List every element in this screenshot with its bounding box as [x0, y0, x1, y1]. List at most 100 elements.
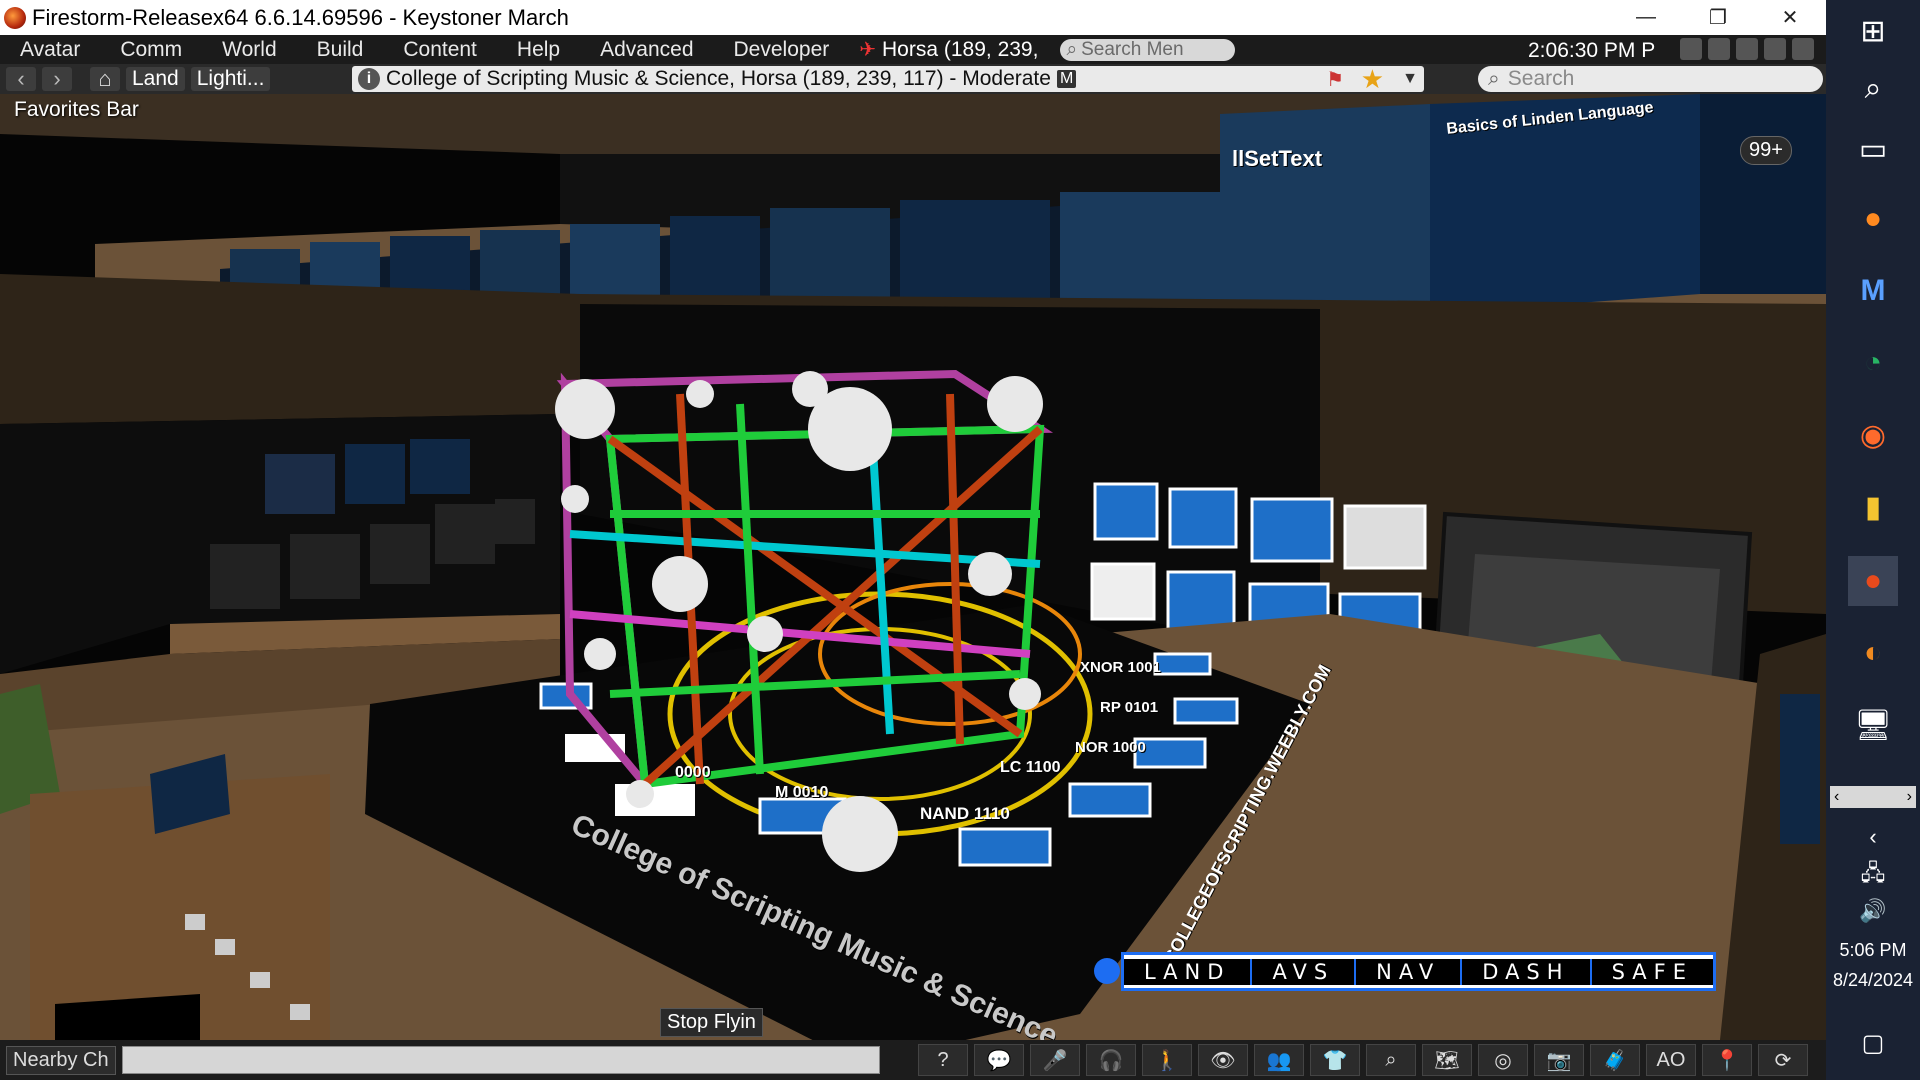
app-icon: ◐ [1863, 636, 1883, 669]
minimap-button[interactable]: ◎ [1478, 1044, 1528, 1076]
avast-button[interactable]: ◉ [1848, 410, 1898, 460]
back-button[interactable]: ‹ [6, 66, 36, 91]
floor-label-xnor: XNOR 1001 [1080, 659, 1161, 676]
hud-toggle-icon[interactable] [1094, 958, 1120, 984]
forward-button[interactable]: › [42, 66, 72, 91]
places-button[interactable]: 📍 [1702, 1044, 1752, 1076]
voice-icon: 🎧 [1098, 1049, 1124, 1072]
search-icon: ⌕ [1864, 72, 1882, 105]
mic-button[interactable]: 🎤 [1030, 1044, 1080, 1076]
scroll-right-icon[interactable]: › [1907, 788, 1912, 806]
search-input[interactable]: ⌕ Search [1478, 66, 1823, 92]
search-button[interactable]: ⌕ [1366, 1044, 1416, 1076]
info-icon[interactable]: i [358, 68, 380, 90]
appearance-button[interactable]: 👕 [1310, 1044, 1360, 1076]
taskbar-scroller[interactable]: ‹ › [1830, 786, 1916, 808]
taskview-icon: ▭ [1858, 132, 1888, 166]
windows-icon: ⊞ [1860, 14, 1886, 48]
voice-status-icon[interactable] [1764, 38, 1786, 60]
clock: 2:06:30 PM P [1528, 39, 1656, 62]
chat-input[interactable] [121, 1046, 880, 1074]
hud-bar: LAND AVS NAV DASH SAFE [1094, 951, 1716, 991]
bottom-toolbar: Nearby Ch ? 💬 🎤 🎧 🚶 👁 👥 👕 ⌕ 🗺 ◎ 📷 🧳 AO 📍… [0, 1040, 1826, 1080]
music-icon[interactable] [1736, 38, 1758, 60]
taskbar-time[interactable]: 5:06 PM [1826, 940, 1920, 961]
hud-avs-button[interactable]: AVS [1250, 958, 1354, 985]
menu-avatar[interactable]: Avatar [0, 38, 100, 62]
floor-label-nor: NOR 1000 [1075, 739, 1146, 756]
lighting-button[interactable]: Lighti... [190, 67, 271, 91]
windows-start-button[interactable]: ⊞ [1848, 6, 1898, 56]
hud-dash-button[interactable]: DASH [1460, 958, 1589, 985]
monitor-icon: 🖥 [1853, 708, 1893, 742]
menu-advanced[interactable]: Advanced [580, 38, 713, 62]
inventory-button[interactable]: 🧳 [1590, 1044, 1640, 1076]
favorite-star-icon[interactable]: ★ [1361, 64, 1384, 95]
location-indicator[interactable]: ✈ Horsa (189, 239, [859, 37, 1038, 62]
move-icon: 🚶 [1154, 1049, 1180, 1072]
llsettext-board [1220, 104, 1430, 314]
address-bar[interactable]: i College of Scripting Music & Science, … [352, 64, 1424, 95]
view-icon: 👁 [1210, 1049, 1236, 1072]
scroll-left-icon[interactable]: ‹ [1834, 788, 1839, 806]
menu-build[interactable]: Build [297, 38, 384, 62]
speak-button[interactable]: 💬 [974, 1044, 1024, 1076]
refresh-icon: ⟳ [1774, 1049, 1792, 1072]
notification-badge[interactable]: 99+ [1740, 136, 1792, 165]
people-button[interactable]: 👥 [1254, 1044, 1304, 1076]
stop-flying-button[interactable]: Stop Flyin [660, 1008, 763, 1037]
hud-safe-button[interactable]: SAFE [1589, 958, 1713, 985]
menu-help[interactable]: Help [497, 38, 580, 62]
task-view-button[interactable]: ▭ [1848, 124, 1898, 174]
parcel-flags-icon[interactable]: ⚑ [1326, 67, 1344, 92]
favorites-bar[interactable]: Favorites Bar [14, 98, 139, 122]
minimize-button[interactable]: — [1610, 0, 1682, 35]
edge-button[interactable]: ◔ [1848, 338, 1898, 388]
hud-land-button[interactable]: LAND [1124, 959, 1250, 985]
search-icon: ⌕ [1488, 67, 1500, 90]
menu-world[interactable]: World [202, 38, 296, 62]
mathcad-button[interactable]: M [1848, 266, 1898, 316]
monitor-button[interactable]: 🖥 [1848, 700, 1898, 750]
view-button[interactable]: 👁 [1198, 1044, 1248, 1076]
move-button[interactable]: 🚶 [1142, 1044, 1192, 1076]
volume-icon[interactable]: 🔊 [1848, 886, 1898, 936]
snapshot-button[interactable]: 📷 [1534, 1044, 1584, 1076]
search-placeholder: Search [1507, 67, 1575, 90]
floor-label-nand: NAND 1110 [920, 804, 1010, 823]
files-button[interactable]: ▮ [1848, 482, 1898, 532]
scene-art [0, 94, 1826, 1040]
voice-button[interactable]: 🎧 [1086, 1044, 1136, 1076]
board-title-llsettext: llSetText [1232, 146, 1323, 171]
home-button[interactable]: ⌂ [90, 66, 120, 91]
menu-content[interactable]: Content [383, 38, 497, 62]
taskbar-search-button[interactable]: ⌕ [1848, 64, 1898, 114]
media-icon[interactable] [1680, 38, 1702, 60]
refresh-button[interactable]: ⟳ [1758, 1044, 1808, 1076]
monitor-icon[interactable] [1708, 38, 1730, 60]
floor-label-lc: LC 1100 [1000, 759, 1061, 776]
firestorm-taskbar-button[interactable]: ● [1848, 556, 1898, 606]
taskbar-date[interactable]: 8/24/2024 [1826, 970, 1920, 991]
land-button[interactable]: Land [126, 67, 185, 91]
mute-icon[interactable] [1792, 38, 1814, 60]
map-button[interactable]: 🗺 [1422, 1044, 1472, 1076]
chevron-down-icon[interactable]: ▼ [1402, 70, 1418, 88]
close-button[interactable]: ✕ [1754, 0, 1826, 35]
ao-button[interactable]: AO [1646, 1044, 1696, 1076]
search-menu-input[interactable]: ⌕ Search Men [1060, 38, 1236, 61]
viewport-3d[interactable]: Favorites Bar 99+ Basics of Linden Langu… [0, 94, 1826, 1040]
menu-developer[interactable]: Developer [714, 38, 850, 62]
address-text: College of Scripting Music & Science, Ho… [386, 67, 1051, 90]
hud-nav-button[interactable]: NAV [1354, 958, 1460, 985]
help-button[interactable]: ? [918, 1044, 968, 1076]
mathcad-icon: M [1860, 274, 1886, 307]
notification-center-icon[interactable]: ▢ [1848, 1018, 1898, 1068]
menu-comm[interactable]: Comm [100, 38, 202, 62]
firefox-button[interactable]: ● [1848, 194, 1898, 244]
snapshot-icon: 📷 [1546, 1049, 1572, 1072]
app-button[interactable]: ◐ [1848, 628, 1898, 678]
restore-button[interactable]: ❐ [1682, 0, 1754, 35]
nearby-chat-button[interactable]: Nearby Ch [6, 1045, 116, 1075]
minimap-icon: ◎ [1494, 1049, 1512, 1072]
